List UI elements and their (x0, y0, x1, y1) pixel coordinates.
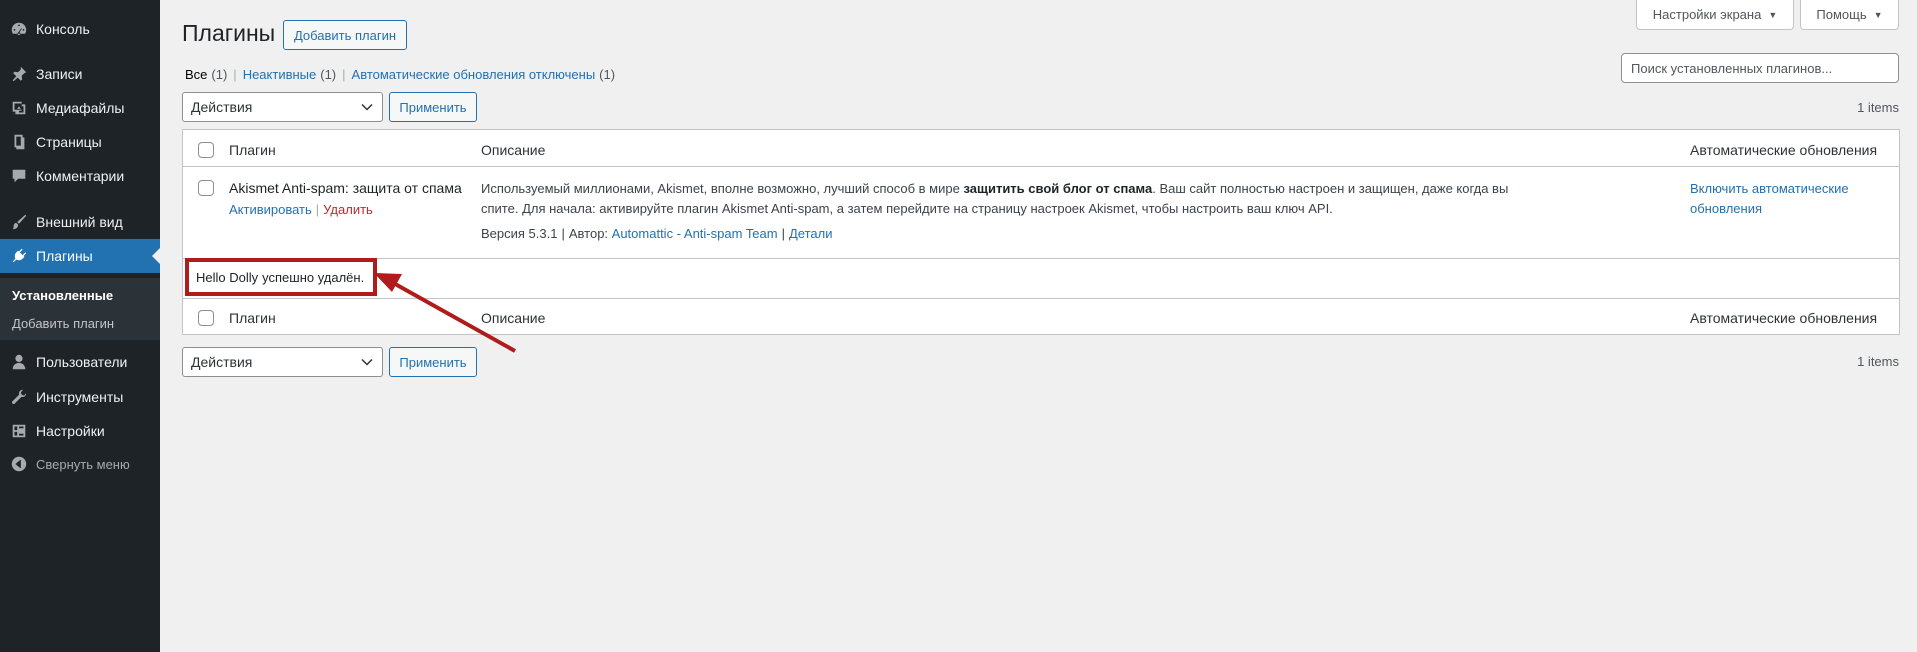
enable-auto-updates-link[interactable]: Включить автоматические обновления (1690, 179, 1860, 219)
column-header-description: Описание (481, 142, 546, 158)
caret-down-icon: ▼ (1768, 9, 1778, 20)
wrench-icon (9, 387, 29, 407)
delete-link[interactable]: Удалить (323, 202, 373, 217)
menu-label-settings: Настройки (36, 423, 105, 439)
bulk-actions-value: Действия (191, 99, 253, 115)
column-footer-plugin[interactable]: Плагин (229, 310, 276, 326)
menu-label-pages: Страницы (36, 134, 102, 150)
menu-label-tools: Инструменты (36, 389, 124, 405)
column-footer-auto-updates: Автоматические обновления (1690, 310, 1878, 326)
plugin-version: Версия 5.3.1 (481, 226, 558, 241)
items-count-bottom: 1 items (1857, 354, 1899, 369)
media-icon (9, 98, 29, 118)
user-icon (9, 352, 29, 372)
activate-link[interactable]: Активировать (229, 202, 312, 217)
deleted-plugin-name: Hello Dolly (196, 269, 259, 285)
filter-all-count: (1) (211, 67, 228, 82)
description-bold-text: защитить свой блог от спама (963, 181, 1153, 196)
menu-label-users: Пользователи (36, 354, 128, 370)
filter-separator: | (233, 67, 237, 82)
menu-item-dashboard[interactable]: Консоль (0, 12, 160, 46)
plugin-icon (9, 246, 29, 266)
plugin-status-filters: Все (1) | Неактивные (1) | Автоматически… (185, 67, 615, 82)
bulk-actions-select-bottom[interactable]: Действия (182, 347, 383, 377)
screen-options-label: Настройки экрана (1652, 7, 1762, 22)
header-divider (183, 166, 1899, 167)
help-button[interactable]: Помощь ▼ (1800, 0, 1899, 30)
author-label: Автор: (568, 226, 609, 241)
plugin-meta: Версия 5.3.1 | Автор: Automattic - Anti-sp… (481, 226, 832, 241)
meta-separator: | (561, 226, 565, 241)
collapse-icon (9, 454, 29, 474)
menu-label-media: Медиафайлы (36, 100, 125, 116)
chevron-down-icon (361, 103, 373, 111)
deleted-notice-text: успешно удалён. (262, 269, 365, 285)
menu-item-users[interactable]: Пользователи (0, 345, 160, 379)
brush-icon (9, 212, 29, 232)
menu-item-appearance[interactable]: Внешний вид (0, 205, 160, 239)
add-plugin-button[interactable]: Добавить плагин (283, 20, 407, 50)
select-all-checkbox-footer[interactable] (198, 310, 214, 326)
filter-separator: | (342, 67, 346, 82)
filter-auto-updates-count: (1) (599, 67, 616, 82)
action-separator: | (315, 202, 320, 217)
dashboard-icon (9, 19, 29, 39)
menu-item-comments[interactable]: Комментарии (0, 159, 160, 193)
meta-separator: | (781, 226, 785, 241)
page-title: Плагины (182, 20, 276, 46)
column-header-auto-updates: Автоматические обновления (1690, 142, 1878, 158)
menu-item-plugins[interactable]: Плагины (0, 239, 160, 273)
menu-label-plugins: Плагины (36, 248, 93, 264)
row-divider (183, 258, 1899, 259)
settings-icon (9, 421, 29, 441)
deleted-notice: Hello Dolly успешно удалён. (185, 258, 377, 296)
description-text-start: Используемый миллионами, Akismet, вполне… (481, 181, 964, 196)
menu-item-settings[interactable]: Настройки (0, 414, 160, 448)
search-plugins-input[interactable] (1621, 53, 1899, 83)
comment-icon (9, 166, 29, 186)
collapse-menu-button[interactable]: Свернуть меню (0, 447, 160, 481)
filter-inactive[interactable]: Неактивные (243, 67, 317, 82)
plugin-description: Используемый миллионами, Akismet, вполне… (481, 179, 1533, 219)
menu-item-pages[interactable]: Страницы (0, 125, 160, 159)
filter-auto-updates-disabled[interactable]: Автоматические обновления отключены (352, 67, 596, 82)
bulk-actions-value: Действия (191, 354, 253, 370)
screen-options-button[interactable]: Настройки экрана ▼ (1636, 0, 1794, 30)
menu-item-posts[interactable]: Записи (0, 57, 160, 91)
plugin-name: Akismet Anti-spam: защита от спама (229, 180, 462, 196)
menu-label-comments: Комментарии (36, 168, 125, 184)
pin-icon (9, 64, 29, 84)
column-header-plugin[interactable]: Плагин (229, 142, 276, 158)
select-all-checkbox[interactable] (198, 142, 214, 158)
help-label: Помощь (1816, 7, 1867, 22)
pages-icon (9, 132, 29, 152)
plugins-submenu: Установленные Добавить плагин (0, 278, 160, 340)
apply-button-top[interactable]: Применить (389, 92, 477, 122)
menu-label-appearance: Внешний вид (36, 214, 123, 230)
caret-down-icon: ▼ (1873, 9, 1883, 20)
chevron-down-icon (361, 358, 373, 366)
apply-button-bottom[interactable]: Применить (389, 347, 477, 377)
filter-all[interactable]: Все (185, 67, 207, 82)
menu-item-media[interactable]: Медиафайлы (0, 91, 160, 125)
menu-label-collapse: Свернуть меню (36, 456, 130, 472)
submenu-add-plugin[interactable]: Добавить плагин (12, 316, 114, 331)
menu-item-tools[interactable]: Инструменты (0, 380, 160, 414)
submenu-installed[interactable]: Установленные (12, 288, 113, 303)
menu-label-dashboard: Консоль (36, 21, 90, 37)
plugin-row-actions: Активировать | Удалить (229, 202, 373, 217)
menu-label-posts: Записи (36, 66, 83, 82)
author-link[interactable]: Automattic - Anti-spam Team (612, 226, 778, 241)
details-link[interactable]: Детали (789, 226, 833, 241)
filter-inactive-count: (1) (320, 67, 337, 82)
items-count-top: 1 items (1857, 100, 1899, 115)
bulk-actions-select-top[interactable]: Действия (182, 92, 383, 122)
plugin-checkbox[interactable] (198, 180, 214, 196)
admin-sidebar: Консоль Записи Медиафайлы Страницы Комме… (0, 0, 160, 652)
